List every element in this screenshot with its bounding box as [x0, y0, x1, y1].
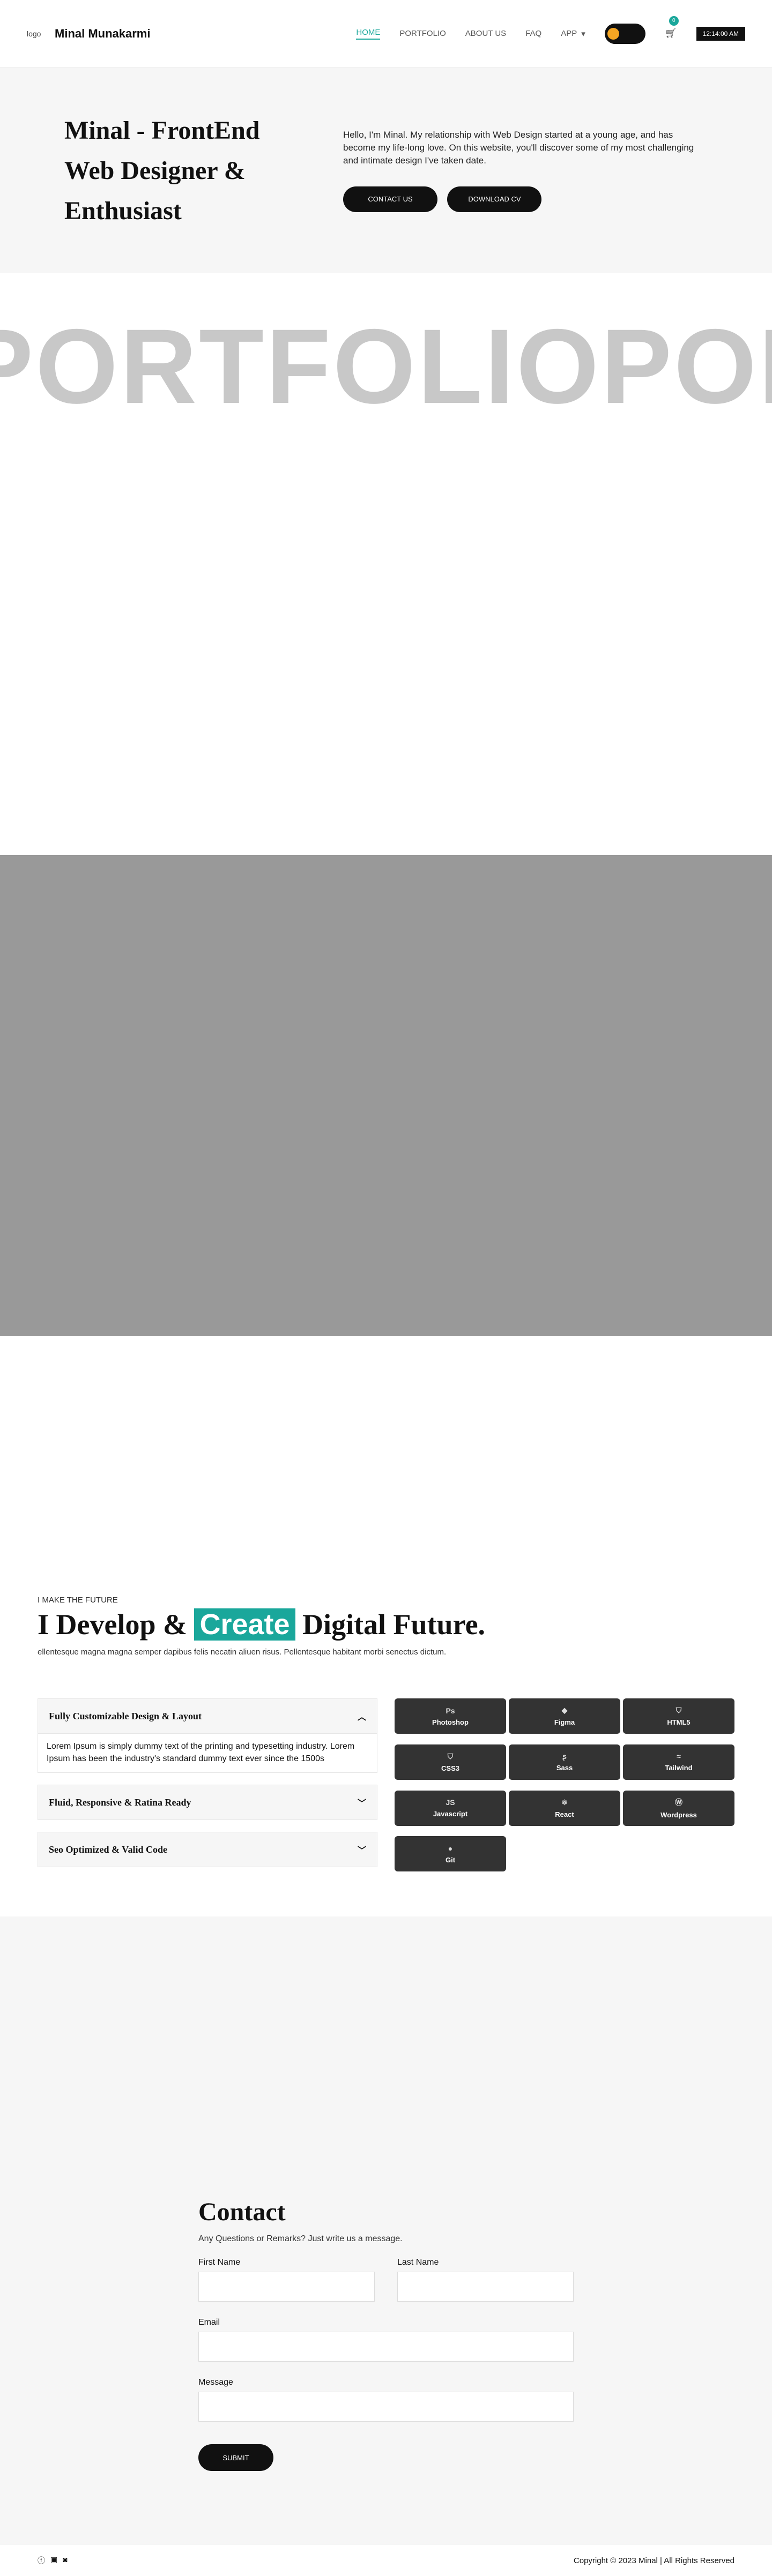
brand-name[interactable]: Minal Munakarmi	[55, 27, 150, 41]
message-input[interactable]	[198, 2392, 574, 2422]
tool-tailwind[interactable]: ≈ Tailwind	[623, 1744, 734, 1780]
last-name-input[interactable]	[397, 2272, 574, 2302]
instagram-icon[interactable]: ◙	[63, 2555, 67, 2566]
figma-icon: ◆	[561, 1706, 568, 1714]
contact-title: Contact	[198, 2198, 286, 2226]
contact-us-button[interactable]: CONTACT US	[343, 186, 437, 212]
portfolio-marquee: PORTFOLIOPORTFOLIO	[0, 273, 772, 437]
nav-faq[interactable]: FAQ	[525, 29, 541, 38]
cart-icon: 🛒︎	[664, 28, 677, 39]
toggle-knob	[607, 27, 619, 40]
clock: 12:14:00 AM	[696, 26, 745, 41]
tool-label: HTML5	[667, 1718, 691, 1726]
tool-figma[interactable]: ◆ Figma	[509, 1698, 620, 1734]
tool-label: CSS3	[441, 1764, 459, 1772]
tool-wordpress[interactable]: Ⓦ Wordpress	[623, 1790, 734, 1826]
chevron-down-icon: ﹀	[357, 1799, 366, 1808]
skills-title: I Develop & Create Digital Future.	[38, 1608, 734, 1641]
message-label: Message	[198, 2378, 233, 2387]
tool-label: React	[555, 1810, 574, 1818]
cart-count-badge: 0	[669, 16, 679, 26]
nav-app-dropdown[interactable]: APP ▾	[561, 29, 585, 39]
hero-section: Minal - FrontEnd Web Designer & Enthusia…	[0, 68, 772, 273]
javascript-icon: JS	[446, 1798, 455, 1807]
tool-javascript[interactable]: JS Javascript	[395, 1790, 506, 1826]
marquee-text: PORTFOLIOPORTFOLIO	[0, 307, 772, 425]
css3-icon: ⛉	[447, 1751, 454, 1761]
html5-icon: ⛉	[676, 1706, 682, 1714]
nav-home[interactable]: HOME	[356, 28, 381, 40]
email-input[interactable]	[198, 2332, 574, 2362]
title-highlight: Create	[194, 1608, 295, 1641]
logo-image[interactable]: logo	[27, 22, 50, 46]
photoshop-icon: Ps	[446, 1706, 455, 1715]
nav-about-us[interactable]: ABOUT US	[465, 29, 506, 38]
email-label: Email	[198, 2318, 220, 2327]
hero-intro: Hello, I'm Minal. My relationship with W…	[343, 130, 694, 166]
last-name-label: Last Name	[397, 2258, 439, 2267]
first-name-label: First Name	[198, 2258, 241, 2267]
tool-label: Git	[445, 1855, 456, 1864]
tool-label: Tailwind	[665, 1764, 693, 1772]
skills-section: I MAKE THE FUTURE I Develop & Create Dig…	[0, 1596, 772, 1879]
first-name-input[interactable]	[198, 2272, 375, 2302]
tool-css3[interactable]: ⛉ CSS3	[395, 1744, 506, 1780]
chevron-up-icon: ︿	[357, 1713, 366, 1722]
tool-label: Figma	[554, 1718, 575, 1726]
accordion-item: Fluid, Responsive & Ratina Ready ﹀	[38, 1785, 377, 1820]
github-icon: ●	[448, 1844, 453, 1853]
site-footer: ⓕ ▣ ◙ Copyright © 2023 Minal | All Right…	[0, 2545, 772, 2576]
tool-label: Javascript	[433, 1810, 468, 1818]
skills-subtitle: ellentesque magna magna semper dapibus f…	[38, 1648, 447, 1657]
tool-label: Wordpress	[660, 1811, 697, 1819]
tool-html5[interactable]: ⛉ HTML5	[623, 1698, 734, 1734]
accordion-item: Fully Customizable Design & Layout ︿ Lor…	[38, 1698, 377, 1773]
tool-git[interactable]: ● Git	[395, 1836, 506, 1872]
facebook-icon[interactable]: ⓕ	[38, 2555, 45, 2566]
theme-toggle[interactable]	[604, 23, 645, 44]
hero-title: Minal - FrontEnd Web Designer & Enthusia…	[64, 116, 260, 225]
download-cv-button[interactable]: DOWNLOAD CV	[447, 186, 542, 212]
cart-button[interactable]: 0 🛒︎	[664, 16, 679, 39]
sass-icon: ʂ	[562, 1752, 567, 1761]
nav-portfolio[interactable]: PORTFOLIO	[399, 29, 446, 38]
tool-label: Sass	[556, 1764, 573, 1772]
wordpress-icon: Ⓦ	[675, 1798, 682, 1807]
accordion-header[interactable]: Fluid, Responsive & Ratina Ready ﹀	[38, 1785, 377, 1820]
skills-kicker: I MAKE THE FUTURE	[38, 1596, 118, 1605]
accordion-title: Fully Customizable Design & Layout	[49, 1710, 202, 1721]
nav-app-label: APP	[561, 29, 577, 38]
main-nav: HOME PORTFOLIO ABOUT US FAQ APP ▾ 0 🛒︎ 1…	[356, 16, 745, 44]
accordion-title: Seo Optimized & Valid Code	[49, 1844, 168, 1855]
accordion-header[interactable]: Fully Customizable Design & Layout ︿	[38, 1698, 377, 1734]
accordion-body: Lorem Ipsum is simply dummy text of the …	[38, 1734, 377, 1773]
chevron-down-icon: ﹀	[357, 1846, 366, 1855]
tailwind-icon: ≈	[677, 1752, 681, 1761]
title-part-1: I Develop &	[38, 1608, 187, 1641]
title-part-2: Digital Future.	[302, 1608, 486, 1641]
accordion-header[interactable]: Seo Optimized & Valid Code ﹀	[38, 1832, 377, 1867]
accordion-item: Seo Optimized & Valid Code ﹀	[38, 1832, 377, 1867]
contact-lead: Any Questions or Remarks? Just write us …	[198, 2234, 403, 2243]
react-icon: ⚛	[561, 1798, 568, 1807]
image-placeholder	[0, 855, 772, 1336]
site-header: logo Minal Munakarmi HOME PORTFOLIO ABOU…	[0, 0, 772, 68]
copyright: Copyright © 2023 Minal | All Rights Rese…	[573, 2556, 734, 2565]
tool-photoshop[interactable]: Ps Photoshop	[395, 1698, 506, 1734]
tools-grid: Ps Photoshop ◆ Figma ⛉ HTML5 ⛉ CSS3 ʂ Sass ≈ T…	[395, 1698, 734, 1879]
contact-section: Contact Any Questions or Remarks? Just w…	[0, 1916, 772, 2545]
social-links: ⓕ ▣ ◙	[38, 2555, 68, 2566]
brand[interactable]: logo Minal Munakarmi	[27, 22, 150, 46]
tool-react[interactable]: ⚛ React	[509, 1790, 620, 1826]
tool-label: Photoshop	[432, 1718, 469, 1726]
caret-down-icon: ▾	[581, 29, 585, 39]
accordion-title: Fluid, Responsive & Ratina Ready	[49, 1796, 191, 1808]
submit-button[interactable]: SUBMIT	[198, 2444, 273, 2471]
tool-sass[interactable]: ʂ Sass	[509, 1744, 620, 1780]
linkedin-icon[interactable]: ▣	[50, 2555, 57, 2566]
features-accordion: Fully Customizable Design & Layout ︿ Lor…	[38, 1698, 377, 1879]
